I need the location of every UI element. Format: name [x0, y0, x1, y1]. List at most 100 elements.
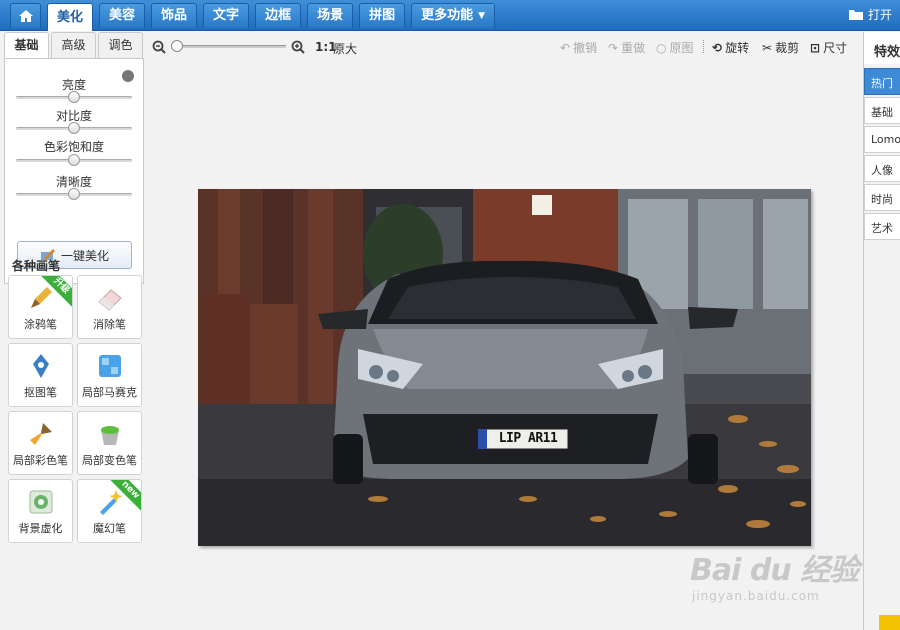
undo-icon: ↶: [560, 40, 571, 55]
contrast-slider[interactable]: [16, 122, 132, 134]
watermark-url: jingyan.baidu.com: [692, 589, 820, 603]
open-label: 打开: [867, 8, 892, 22]
zoom-in-icon[interactable]: [291, 40, 305, 54]
tab-beautify[interactable]: 美化: [47, 3, 94, 31]
brush-label: 局部马赛克: [82, 386, 137, 399]
brush-label: 消除笔: [93, 318, 126, 331]
paintbrush-icon: [30, 423, 52, 445]
slider-knob[interactable]: [68, 91, 80, 103]
tab-label: 美化: [57, 9, 84, 25]
scissors-icon: ✂: [762, 40, 773, 55]
folder-icon: [848, 10, 863, 20]
effects-tab-basic[interactable]: 基础: [864, 97, 900, 124]
tab-collage[interactable]: 拼图: [359, 3, 406, 28]
rotate-button[interactable]: ⟲ 旋转: [712, 39, 749, 56]
tab-more-features[interactable]: 更多功能 ▼: [411, 3, 496, 28]
eraser-icon: [98, 289, 122, 311]
paint-bucket-icon: [101, 426, 119, 445]
brush-magic[interactable]: new 魔幻笔: [77, 479, 142, 543]
effects-tab-lomo[interactable]: Lomo: [864, 126, 900, 153]
adjust-subtabs: 基础 高级 调色: [4, 32, 145, 59]
tab-text[interactable]: 文字: [203, 3, 250, 28]
effects-tab-fashion[interactable]: 时尚: [864, 184, 900, 211]
slider-knob[interactable]: [68, 122, 80, 134]
top-nav-bar: 美化 美容 饰品 文字 边框 场景 拼图 更多功能 ▼ 打开: [0, 0, 900, 31]
tab-label: 美容: [109, 8, 136, 23]
pencil-icon: [31, 287, 52, 308]
rotate-icon: ⟲: [712, 40, 723, 55]
brush-doodle[interactable]: 升级 涂鸦笔: [8, 275, 73, 339]
left-panel: 基础 高级 调色 亮度 对比度 色彩饱和度 清晰度 一键美化 各种画笔 升级 涂…: [4, 32, 144, 630]
chevron-down-icon: ▼: [478, 11, 486, 21]
photo-canvas[interactable]: LIP AR11: [198, 189, 811, 546]
resize-icon: ⊡: [810, 40, 821, 55]
saturation-label: 色彩饱和度: [43, 140, 104, 154]
slider-knob[interactable]: [68, 188, 80, 200]
original-image-button[interactable]: ○ 原图: [656, 39, 694, 56]
effects-panel: 特效 热门 基础 Lomo 人像 时尚 艺术: [863, 32, 900, 630]
subtab-basic[interactable]: 基础: [4, 32, 49, 59]
zoom-slider[interactable]: [176, 45, 286, 48]
effects-tab-portrait[interactable]: 人像: [864, 155, 900, 182]
brush-label: 涂鸦笔: [24, 318, 57, 331]
toolbar-divider: [703, 40, 704, 53]
home-button[interactable]: [10, 3, 41, 28]
brush-label: 局部变色笔: [82, 454, 137, 467]
brush-label: 抠图笔: [24, 386, 57, 399]
tab-border[interactable]: 边框: [255, 3, 302, 28]
brush-local-recolor[interactable]: 局部变色笔: [77, 411, 142, 475]
effects-title: 特效: [864, 32, 900, 64]
brush-label: 局部彩色笔: [13, 454, 68, 467]
original-image-label: 原图: [669, 41, 694, 55]
subtab-color[interactable]: 调色: [98, 32, 143, 58]
brush-local-color[interactable]: 局部彩色笔: [8, 411, 73, 475]
tab-label: 边框: [265, 8, 292, 23]
undo-button[interactable]: ↶ 撤销: [560, 39, 597, 56]
sharpness-slider[interactable]: [16, 188, 132, 200]
rotate-label: 旋转: [725, 41, 750, 55]
tab-label: 场景: [317, 8, 344, 23]
license-plate-text: LIP AR11: [498, 431, 558, 446]
effects-tab-art[interactable]: 艺术: [864, 213, 900, 240]
brush-background-blur[interactable]: 背景虚化: [8, 479, 73, 543]
redo-label: 重做: [621, 41, 646, 55]
brightness-slider[interactable]: [16, 91, 132, 103]
resize-button[interactable]: ⊡ 尺寸: [810, 39, 847, 56]
watermark-brand: Bai du 经验: [690, 553, 859, 588]
brush-eraser[interactable]: 消除笔: [77, 275, 142, 339]
watermark: Bai du 经验 jingyan.baidu.com: [690, 545, 859, 603]
tab-beauty[interactable]: 美容: [99, 3, 146, 28]
brush-mosaic[interactable]: 局部马赛克: [77, 343, 142, 407]
magic-wand-icon: [100, 490, 123, 515]
zoom-slider-knob[interactable]: [171, 40, 183, 52]
auto-beautify-label: 一键美化: [60, 248, 109, 263]
effects-tab-hot[interactable]: 热门: [864, 68, 900, 95]
subtab-advanced[interactable]: 高级: [51, 32, 96, 58]
crop-button[interactable]: ✂ 裁剪: [762, 39, 799, 56]
top-tabs: 美化 美容 饰品 文字 边框 场景 拼图 更多功能 ▼: [10, 3, 496, 31]
undo-label: 撤销: [573, 41, 598, 55]
brush-label: 魔幻笔: [93, 522, 126, 535]
redo-icon: ↷: [608, 40, 619, 55]
tab-label: 饰品: [161, 8, 188, 23]
blur-icon: [29, 490, 53, 514]
crop-label: 裁剪: [775, 41, 800, 55]
brushes-title: 各种画笔: [12, 259, 61, 273]
original-size-button[interactable]: 原大: [333, 40, 357, 57]
tab-accessories[interactable]: 饰品: [151, 3, 198, 28]
home-icon: [18, 10, 33, 22]
tab-label: 更多功能: [421, 8, 474, 23]
corner-indicator: [879, 615, 900, 630]
circle-icon: ○: [656, 40, 667, 55]
slider-knob[interactable]: [68, 154, 80, 166]
tab-label: 拼图: [369, 8, 396, 23]
pen-nib-icon: [33, 354, 49, 378]
open-button[interactable]: 打开: [848, 6, 892, 23]
tab-scene[interactable]: 场景: [307, 3, 354, 28]
resize-label: 尺寸: [823, 41, 848, 55]
brush-cutout[interactable]: 抠图笔: [8, 343, 73, 407]
saturation-slider[interactable]: [16, 154, 132, 166]
car-photo: [198, 189, 811, 546]
redo-button[interactable]: ↷ 重做: [608, 39, 645, 56]
zoom-out-icon[interactable]: [152, 40, 166, 54]
